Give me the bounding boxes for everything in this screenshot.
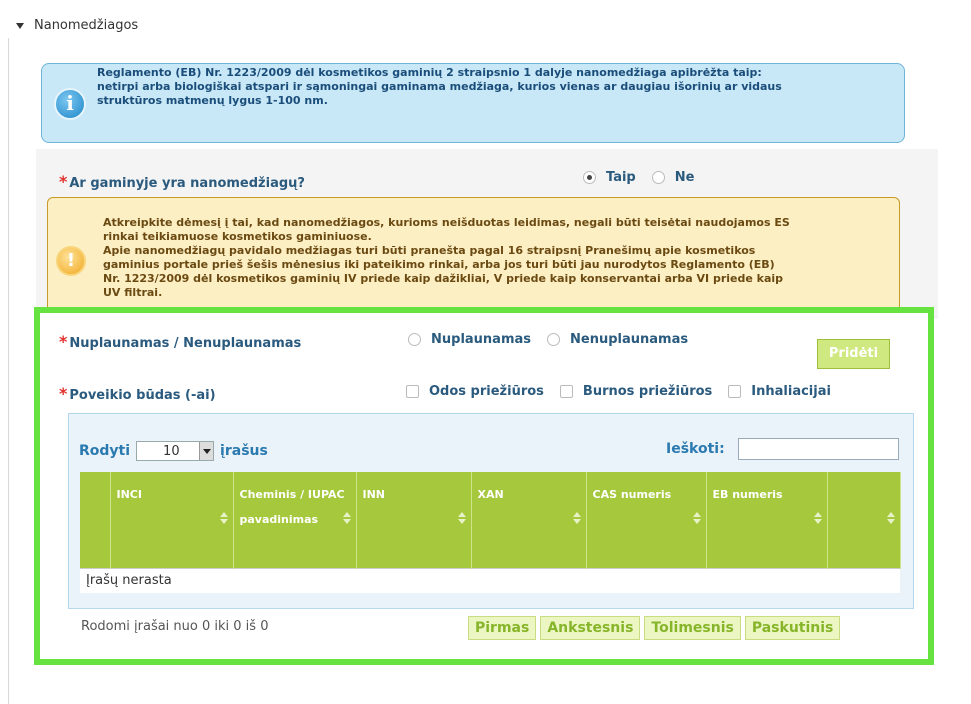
pager-next-button[interactable]: Tolimesnis	[644, 616, 741, 640]
rinse-radio-group: Nuplaunamas Nenuplaunamas	[408, 332, 694, 347]
column-header-chemical[interactable]: Cheminis / IUPAC pavadinimas	[233, 472, 357, 568]
left-divider	[8, 38, 9, 704]
exposure-label: * Poveikio būdas (-ai)	[59, 384, 216, 403]
sort-icon	[342, 512, 351, 524]
radio-taip-label: Taip	[606, 170, 636, 185]
column-header-inci[interactable]: INCI	[110, 472, 234, 568]
radio-taip-input[interactable]	[583, 171, 596, 184]
table-header-row: INCI Cheminis / IUPAC pavadinimas INN XA…	[80, 472, 901, 568]
column-header-ec[interactable]: EB numeris	[706, 472, 828, 568]
rinse-label-text: Nuplaunamas / Nenuplaunamas	[69, 336, 302, 351]
checkbox-oral-label: Burnos priežiūros	[582, 384, 713, 399]
radio-nenuplaunamas-label: Nenuplaunamas	[570, 332, 689, 347]
page-size-control: Rodyti 10 įrašus	[79, 441, 268, 461]
required-marker: *	[59, 172, 68, 191]
info-text: Reglamento (EB) Nr. 1223/2009 dėl kosmet…	[97, 66, 782, 107]
nano-radio-group: Taip Ne	[583, 170, 700, 185]
show-suffix: įrašus	[220, 443, 268, 459]
section-toggle-nanomaterials[interactable]: Nanomedžiagos	[16, 18, 138, 33]
warning-icon: !	[56, 246, 86, 276]
checkbox-skin-label: Odos priežiūros	[429, 384, 544, 399]
page-size-value: 10	[163, 443, 180, 459]
column-header-inn[interactable]: INN	[356, 472, 472, 568]
sort-icon	[886, 512, 895, 524]
sort-icon	[457, 512, 466, 524]
column-header-cas[interactable]: CAS numeris	[586, 472, 707, 568]
checkbox-skin[interactable]: Odos priežiūros	[406, 384, 544, 399]
checkbox-inhalation[interactable]: Inhaliacijai	[728, 384, 831, 399]
required-marker: *	[59, 384, 68, 403]
info-icon: i	[54, 88, 86, 120]
required-marker: *	[59, 332, 68, 351]
pager-previous-button[interactable]: Ankstesnis	[540, 616, 641, 640]
radio-ne[interactable]: Ne	[651, 170, 695, 185]
search-label: Ieškoti:	[666, 441, 725, 457]
question-label: * Ar gaminyje yra nanomedžiagų?	[59, 172, 305, 191]
sort-icon	[813, 512, 822, 524]
add-button[interactable]: Pridėti	[817, 339, 890, 369]
info-callout: i Reglamento (EB) Nr. 1223/2009 dėl kosm…	[41, 63, 905, 143]
radio-taip[interactable]: Taip	[583, 170, 636, 185]
checkbox-inhalation-label: Inhaliacijai	[751, 384, 831, 399]
pagination: Pirmas Ankstesnis Tolimesnis Paskutinis	[468, 616, 841, 640]
radio-ne-input[interactable]	[651, 171, 665, 184]
pager-first-button[interactable]: Pirmas	[468, 616, 537, 640]
caret-down-icon	[16, 22, 24, 29]
chevron-down-icon	[199, 442, 214, 460]
exposure-label-text: Poveikio būdas (-ai)	[69, 388, 216, 403]
nanomaterials-table: INCI Cheminis / IUPAC pavadinimas INN XA…	[80, 472, 901, 593]
sort-icon	[219, 512, 228, 524]
question-text: Ar gaminyje yra nanomedžiagų?	[69, 176, 305, 191]
checkbox-inhalation-input[interactable]	[728, 385, 742, 398]
table-row: Įrašų nerasta	[80, 567, 900, 593]
radio-nuplaunamas[interactable]: Nuplaunamas	[408, 332, 531, 347]
search-input[interactable]	[738, 438, 899, 460]
section-title: Nanomedžiagos	[34, 18, 139, 33]
page-size-select[interactable]: 10	[136, 441, 215, 461]
checkbox-skin-input[interactable]	[406, 385, 419, 398]
warning-text: Atkreipkite dėmesį į tai, kad nanomedžia…	[103, 216, 790, 299]
column-header-select	[80, 472, 111, 568]
pager-last-button[interactable]: Paskutinis	[744, 616, 841, 640]
sort-icon	[572, 512, 581, 524]
rinse-label: * Nuplaunamas / Nenuplaunamas	[59, 332, 301, 351]
table-info: Rodomi įrašai nuo 0 iki 0 iš 0	[81, 619, 269, 634]
checkbox-oral-input[interactable]	[559, 385, 573, 398]
exposure-checkbox-group: Odos priežiūros Burnos priežiūros Inhali…	[406, 384, 837, 399]
radio-nenuplaunamas[interactable]: Nenuplaunamas	[547, 332, 688, 347]
warning-callout: ! Atkreipkite dėmesį į tai, kad nanomedž…	[47, 197, 900, 320]
sort-icon	[692, 512, 701, 524]
show-prefix: Rodyti	[79, 443, 131, 459]
column-header-actions[interactable]	[827, 472, 901, 568]
checkbox-oral[interactable]: Burnos priežiūros	[559, 384, 713, 399]
radio-ne-label: Ne	[674, 170, 695, 185]
empty-table-message: Įrašų nerasta	[80, 567, 900, 593]
radio-nuplaunamas-label: Nuplaunamas	[431, 332, 532, 347]
radio-nenuplaunamas-input[interactable]	[547, 333, 561, 346]
radio-nuplaunamas-input[interactable]	[408, 333, 421, 346]
column-header-xan[interactable]: XAN	[471, 472, 587, 568]
